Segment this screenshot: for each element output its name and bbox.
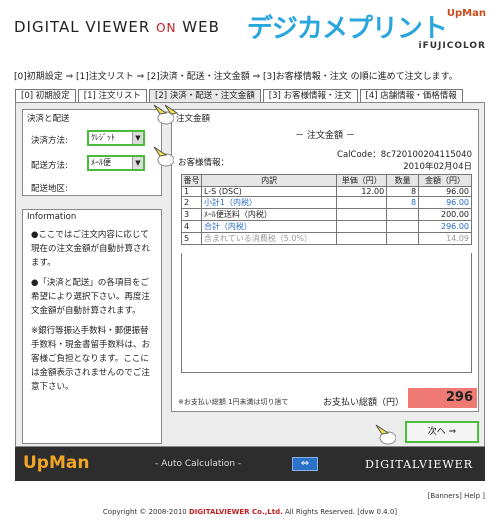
area-label: 配送地区: — [31, 184, 68, 194]
table-row: 2 小計1（内税） 8 96.00 — [181, 196, 472, 209]
table-row: 4 合計（内税） 296.00 — [181, 220, 472, 233]
info-paragraph-2: ●「決済と配送」の各項目をご希望により選択下さい。再度注文金額が自動計算されます… — [31, 278, 150, 316]
row-price — [336, 232, 388, 245]
payment-label: 決済方法: — [31, 136, 68, 146]
copyright-text-b: All Rights Reserved. [dvw 0.4.0] — [285, 508, 398, 516]
tab-order-list[interactable]: [1] 注文リスト — [77, 89, 147, 102]
next-button[interactable]: 次へ ⇒ — [405, 421, 479, 443]
information-title: Information — [27, 212, 77, 222]
row-price — [336, 196, 388, 209]
col-header: 単価（円） — [336, 174, 388, 187]
customer-label: お客様情報： — [178, 158, 230, 168]
row-description: ﾒｰﾙ便送料（内税） — [200, 208, 338, 221]
footer-links[interactable]: [Banners] Help ] — [428, 492, 485, 500]
row-amount: 14.09 — [418, 232, 472, 245]
delivery-method-value: ﾒｰﾙ便 — [91, 158, 111, 167]
row-description: L-S (DSC) — [200, 186, 338, 197]
row-price: 12.00 — [336, 186, 388, 197]
row-description: 合計（内税） — [200, 220, 338, 233]
logo-main: デジカメプリント — [246, 14, 448, 44]
info-paragraph-1: ●ここではご注文内容に応じて現在の注文金額が自動計算されます。 — [31, 230, 151, 268]
information-box: Information ●ここではご注文内容に応じて現在の注文金額が自動計算され… — [22, 209, 162, 444]
main-panel: 決済と配送 決済方法: ｸﾚｼﾞｯﾄ ▼ 配送方法: ﾒｰﾙ便 ▼ 配送地区: … — [15, 102, 485, 447]
tab-initial-settings[interactable]: [0] 初期設定 — [15, 89, 76, 102]
tab-payment-delivery[interactable]: [2] 決済・配送・注文金額 — [149, 89, 261, 102]
information-text: ●ここではご注文内容に応じて現在の注文金額が自動計算されます。 ●「決済と配送」… — [23, 224, 161, 404]
row-quantity: 8 — [386, 196, 420, 209]
delivery-method-select[interactable]: ﾒｰﾙ便 ▼ — [87, 155, 145, 171]
row-number: 5 — [181, 232, 202, 245]
copyright-company: DIGITALVIEWER Co.,Ltd. — [188, 508, 283, 516]
footer-bar: UpMan - Auto Calculation - ⇔ DIGITALVIEW… — [15, 447, 485, 481]
left-panel: 決済と配送 決済方法: ｸﾚｼﾞｯﾄ ▼ 配送方法: ﾒｰﾙ便 ▼ 配送地区: … — [22, 109, 162, 444]
row-quantity: 8 — [386, 186, 420, 197]
order-panel: 注文金額 － 注文金額 － CalCode：8c720100204115040 … — [171, 109, 479, 412]
upman-logo: UpMan — [23, 453, 90, 473]
table-row: 1 L-S (DSC) 12.00 8 96.00 — [181, 186, 472, 197]
pointer-cursor-icon — [374, 423, 397, 445]
row-price — [336, 220, 388, 233]
brand-right-logo: デジカメプリントUpMan iFUJICOLOR — [247, 8, 486, 51]
row-amount: 200.00 — [418, 208, 472, 221]
table-header-row: 番号 内訳 単価（円） 数量 金額（円） — [181, 174, 472, 187]
row-amount: 296.00 — [418, 220, 472, 233]
settlement-box: 決済と配送 決済方法: ｸﾚｼﾞｯﾄ ▼ 配送方法: ﾒｰﾙ便 ▼ 配送地区: — [22, 109, 162, 196]
brand-left-logo: DIGITAL VIEWER ON WEB — [14, 18, 220, 36]
digitalviewer-brand: DIGITALVIEWER — [365, 458, 473, 471]
header: DIGITAL VIEWER ON WEB デジカメプリントUpMan iFUJ… — [0, 0, 500, 51]
row-quantity — [386, 220, 420, 233]
settlement-title: 決済と配送 — [27, 114, 70, 124]
auto-calculation-label: - Auto Calculation - — [155, 459, 242, 469]
col-header: 数量 — [386, 174, 420, 187]
chevron-down-icon: ▼ — [132, 132, 143, 144]
order-heading: － 注文金額 － — [295, 131, 355, 141]
col-header: 金額（円） — [418, 174, 472, 187]
copyright-text-a: Copyright © 2008-2010 — [102, 508, 187, 516]
rounding-note: ※お支払い総額 1円未満は切り捨て — [178, 398, 289, 406]
order-date: 2010年02月04日 — [403, 162, 472, 172]
table-empty-area — [181, 253, 472, 373]
payment-method-select[interactable]: ｸﾚｼﾞｯﾄ ▼ — [87, 130, 145, 146]
info-paragraph-3: ※銀行等振込手数料・郵便振替手数料・現金書留手数料は、お客様ご負担となります。こ… — [31, 326, 151, 392]
row-amount: 96.00 — [418, 196, 472, 209]
order-panel-title: 注文金額 — [176, 114, 211, 124]
pointer-cursor-icon — [152, 145, 175, 167]
calcode: CalCode：8c720100204115040 — [337, 150, 472, 160]
total-label: お支払い総額（円） — [323, 398, 405, 408]
row-number: 2 — [181, 196, 202, 209]
row-amount: 96.00 — [418, 186, 472, 197]
col-header: 内訳 — [200, 174, 338, 187]
logo-upman: UpMan — [446, 8, 486, 19]
delivery-label: 配送方法: — [31, 161, 68, 171]
pointer-cursor-icon — [163, 103, 185, 125]
row-quantity — [386, 208, 420, 221]
refresh-icon[interactable]: ⇔ — [292, 457, 318, 471]
row-description: 含まれている消費税（5.0%） — [200, 232, 338, 245]
table-row: 5 含まれている消費税（5.0%） 14.09 — [181, 232, 472, 245]
col-header: 番号 — [181, 174, 202, 187]
tab-bar: [0] 初期設定 [1] 注文リスト [2] 決済・配送・注文金額 [3] お客… — [15, 89, 465, 102]
row-quantity — [386, 232, 420, 245]
copyright: Copyright © 2008-2010 DIGITALVIEWER Co.,… — [0, 508, 500, 516]
brand-left-text-on: ON — [156, 21, 177, 35]
table-row: 3 ﾒｰﾙ便送料（内税） 200.00 — [181, 208, 472, 221]
tab-customer-info[interactable]: [3] お客様情報・注文 — [262, 89, 358, 102]
row-number: 4 — [181, 220, 202, 233]
brand-left-text-b: WEB — [182, 18, 220, 36]
tab-store-info[interactable]: [4] 店舗情報・価格情報 — [359, 89, 463, 102]
chevron-down-icon: ▼ — [132, 157, 143, 169]
row-number: 3 — [181, 208, 202, 221]
steps-guide: [0]初期設定 ⇒ [1]注文リスト ⇒ [2]決済・配送・注文金額 ⇒ [3]… — [14, 72, 458, 82]
row-number: 1 — [181, 186, 202, 197]
row-price — [336, 208, 388, 221]
order-table: 番号 内訳 単価（円） 数量 金額（円） 1 L-S (DSC) 12.00 8 96.… — [181, 174, 472, 245]
row-description: 小計1（内税） — [200, 196, 338, 209]
total-value: 296 — [408, 388, 477, 408]
payment-method-value: ｸﾚｼﾞｯﾄ — [91, 133, 115, 142]
brand-left-text-a: DIGITAL VIEWER — [14, 18, 151, 36]
